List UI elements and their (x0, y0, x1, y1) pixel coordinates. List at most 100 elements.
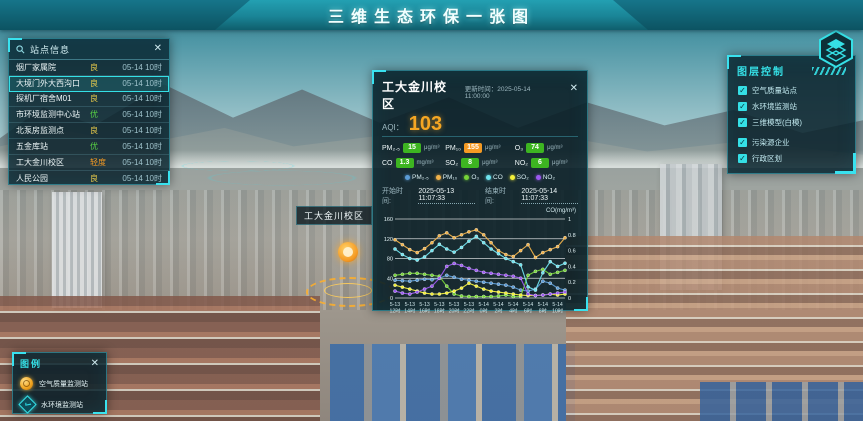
pollutant-cell: CO1.3mg/m³ (382, 158, 445, 168)
station-grade: 良 (90, 173, 114, 184)
pollutant-unit: μg/m³ (424, 145, 439, 151)
layer-control-panel: 图层控制 ✓空气质量站点✓水环境监测站✓三维模型(白模)✓污染源企业✓行政区划 (727, 55, 856, 174)
svg-text:0: 0 (568, 296, 571, 302)
popup-header: 工大金川校区 更新时间：2025-05-14 11:00:00 ✕ (382, 78, 578, 112)
svg-text:5-140时: 5-140时 (479, 302, 489, 315)
svg-text:5-146时: 5-146时 (523, 302, 533, 315)
station-row[interactable]: 探机厂宿舍M01良05-14 10时 (9, 92, 169, 108)
station-grade: 轻度 (90, 157, 114, 168)
marker-halo-inner (324, 283, 372, 298)
station-panel-title: 站点信息 (30, 43, 70, 56)
station-row[interactable]: 北泵房监测点良05-14 10时 (9, 123, 169, 139)
layer-item-4[interactable]: ✓行政区划 (728, 150, 855, 166)
blue-warehouses (700, 382, 863, 421)
chart-legend-item[interactable]: CO (486, 174, 503, 181)
station-time: 05-14 10时 (114, 78, 162, 89)
chart-legend-item[interactable]: PM₁₀ (436, 174, 458, 181)
pollutant-label: O₃ (515, 145, 523, 152)
layer-label: 三维模型(白模) (752, 117, 802, 128)
chart-legend: PM₂.₅ PM₁₀ O₃ CO SO₂ NO₂ (382, 174, 578, 181)
pollutant-cell: PM₁₀155μg/m³ (445, 143, 515, 153)
station-name: 北泵房监测点 (16, 125, 90, 136)
station-grade: 良 (90, 62, 114, 73)
station-rows: 烟厂家属院良05-14 10时大境门外大西沟口良05-14 10时探机厂宿舍M0… (9, 60, 169, 186)
svg-text:5-148时: 5-148时 (538, 302, 548, 315)
station-marker-icon[interactable] (338, 242, 358, 262)
station-time: 05-14 10时 (114, 141, 162, 152)
station-panel-header: 站点信息 ✕ (9, 39, 169, 60)
map-station-label[interactable]: 工大金川校区 (296, 206, 372, 225)
layer-item-0[interactable]: ✓空气质量站点 (728, 82, 855, 98)
end-time-input[interactable]: 2025-05-14 11:07:33 (521, 188, 578, 204)
station-name: 工大金川校区 (16, 157, 90, 168)
svg-text:80: 80 (387, 257, 393, 263)
chart-legend-item[interactable]: O₃ (464, 174, 479, 181)
legend-series-name: O₃ (471, 174, 479, 181)
pollutant-unit: μg/m³ (552, 160, 567, 166)
page-title: 三维生态环保一张图 (328, 3, 535, 27)
legend-color-dot (464, 175, 469, 180)
station-time: 05-14 10时 (114, 173, 162, 184)
legend-panel-close-icon[interactable]: ✕ (91, 359, 99, 369)
start-time-label: 开始时间: (382, 186, 408, 206)
terrain-contour-lines (150, 150, 370, 190)
station-row[interactable]: 大境门外大西沟口良05-14 10时 (9, 76, 169, 92)
layer-panel-title: 图层控制 (737, 63, 785, 78)
station-time: 05-14 10时 (114, 93, 162, 104)
station-row[interactable]: 五金库站优05-14 10时 (9, 139, 169, 155)
station-grade: 优 (90, 109, 114, 120)
chart-legend-item[interactable]: NO₂ (536, 174, 555, 181)
layer-checkbox[interactable]: ✓ (738, 102, 747, 111)
legend-color-dot (510, 175, 515, 180)
popup-title: 工大金川校区 (382, 78, 459, 112)
svg-text:5-1322时: 5-1322时 (463, 302, 474, 315)
popup-close-icon[interactable]: ✕ (570, 84, 578, 94)
pollutant-label: CO (382, 160, 393, 167)
layer-label: 水环境监测站 (752, 101, 797, 112)
layers-hexagon-icon[interactable] (816, 29, 856, 69)
svg-text:1: 1 (568, 217, 571, 223)
legend-series-name: PM₁₀ (443, 174, 458, 181)
industrial-blue-roofs (330, 344, 575, 421)
svg-text:5-144时: 5-144时 (508, 302, 518, 315)
white-tower-building (52, 192, 102, 308)
legend-series-name: PM₂.₅ (412, 174, 429, 181)
legend-item: 空气质量监测站 (20, 377, 99, 390)
layer-checkbox[interactable]: ✓ (738, 154, 747, 163)
station-time: 05-14 10时 (114, 125, 162, 136)
start-time-input[interactable]: 2025-05-13 11:07:33 (418, 188, 475, 204)
station-row[interactable]: 市环境监测中心站优05-14 10时 (9, 107, 169, 123)
chart-legend-item[interactable]: PM₂.₅ (405, 174, 429, 181)
chart-legend-item[interactable]: SO₂ (510, 174, 529, 181)
pollutant-label: SO₂ (445, 160, 458, 167)
end-time-label: 结束时间: (485, 186, 511, 206)
search-icon[interactable] (16, 45, 25, 54)
station-grade: 良 (90, 78, 114, 89)
app-header: 三维生态环保一张图 (0, 0, 863, 30)
air-station-icon (20, 377, 33, 390)
layer-item-2[interactable]: ✓ 三维模型(白模) (728, 114, 855, 130)
station-row[interactable]: 人民公园良05-14 10时 (9, 171, 169, 187)
legend-panel-title: 图例 (20, 357, 42, 370)
layer-checkbox[interactable]: ✓ (738, 138, 747, 147)
pollutant-grid: PM₂.₅15μg/m³PM₁₀155μg/m³O₃74μg/m³CO1.3mg… (382, 143, 578, 168)
pollutant-value-badge: 8 (461, 158, 479, 168)
station-row[interactable]: 烟厂家属院良05-14 10时 (9, 60, 169, 76)
legend-series-name: SO₂ (517, 174, 529, 181)
station-panel-close-icon[interactable]: ✕ (154, 44, 162, 54)
pollutant-value-badge: 6 (531, 158, 549, 168)
legend-item-label: 空气质量监测站 (39, 379, 88, 389)
svg-text:0.8: 0.8 (568, 233, 576, 239)
station-name: 探机厂宿舍M01 (16, 93, 90, 104)
station-list-panel: 站点信息 ✕ 烟厂家属院良05-14 10时大境门外大西沟口良05-14 10时… (8, 38, 170, 185)
layer-checkbox[interactable]: ✓ (738, 118, 747, 127)
layer-item-1[interactable]: ✓ 水环境监测站 (728, 98, 855, 114)
legend-color-dot (436, 175, 441, 180)
svg-text:0.6: 0.6 (568, 249, 576, 255)
layer-checkbox[interactable]: ✓ (738, 86, 747, 95)
layer-item-3[interactable]: ✓污染源企业 (728, 134, 855, 150)
legend-color-dot (536, 175, 541, 180)
station-row[interactable]: 工大金川校区轻度05-14 10时 (9, 155, 169, 171)
pollutant-cell: O₃74μg/m³ (515, 143, 578, 153)
pollutant-trend-chart[interactable]: 0408012016000.20.40.60.815-1312时5-1314时5… (382, 214, 578, 327)
